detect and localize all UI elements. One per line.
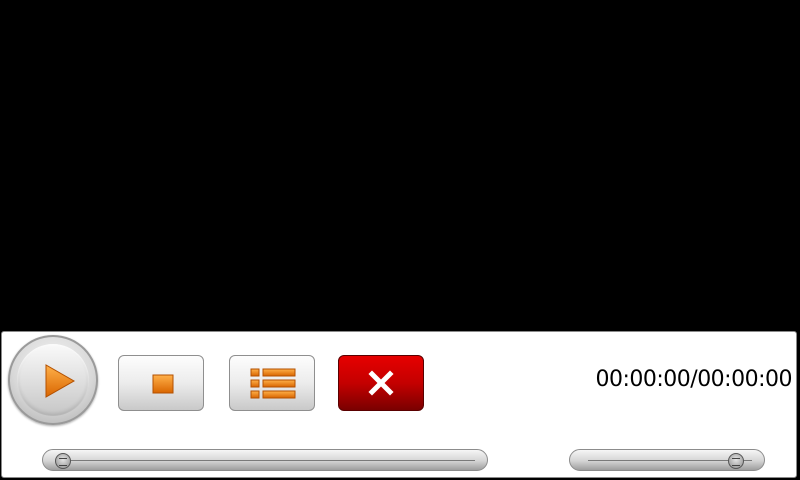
play-button[interactable] (8, 335, 98, 425)
playlist-button[interactable] (229, 355, 315, 411)
stop-button[interactable] (118, 355, 204, 411)
play-icon (45, 364, 76, 398)
volume-slider-thumb[interactable] (728, 453, 745, 469)
seek-slider-thumb[interactable] (55, 453, 71, 469)
close-icon (368, 370, 394, 396)
time-display: 00:00:00/00:00:00 (595, 367, 792, 392)
video-area[interactable] (0, 0, 800, 331)
seek-slider[interactable] (42, 449, 488, 471)
close-button[interactable] (338, 355, 424, 411)
stop-icon (152, 374, 174, 394)
list-icon (250, 368, 296, 399)
control-panel: 00:00:00/00:00:00 (1, 331, 797, 478)
volume-slider[interactable] (569, 449, 765, 471)
